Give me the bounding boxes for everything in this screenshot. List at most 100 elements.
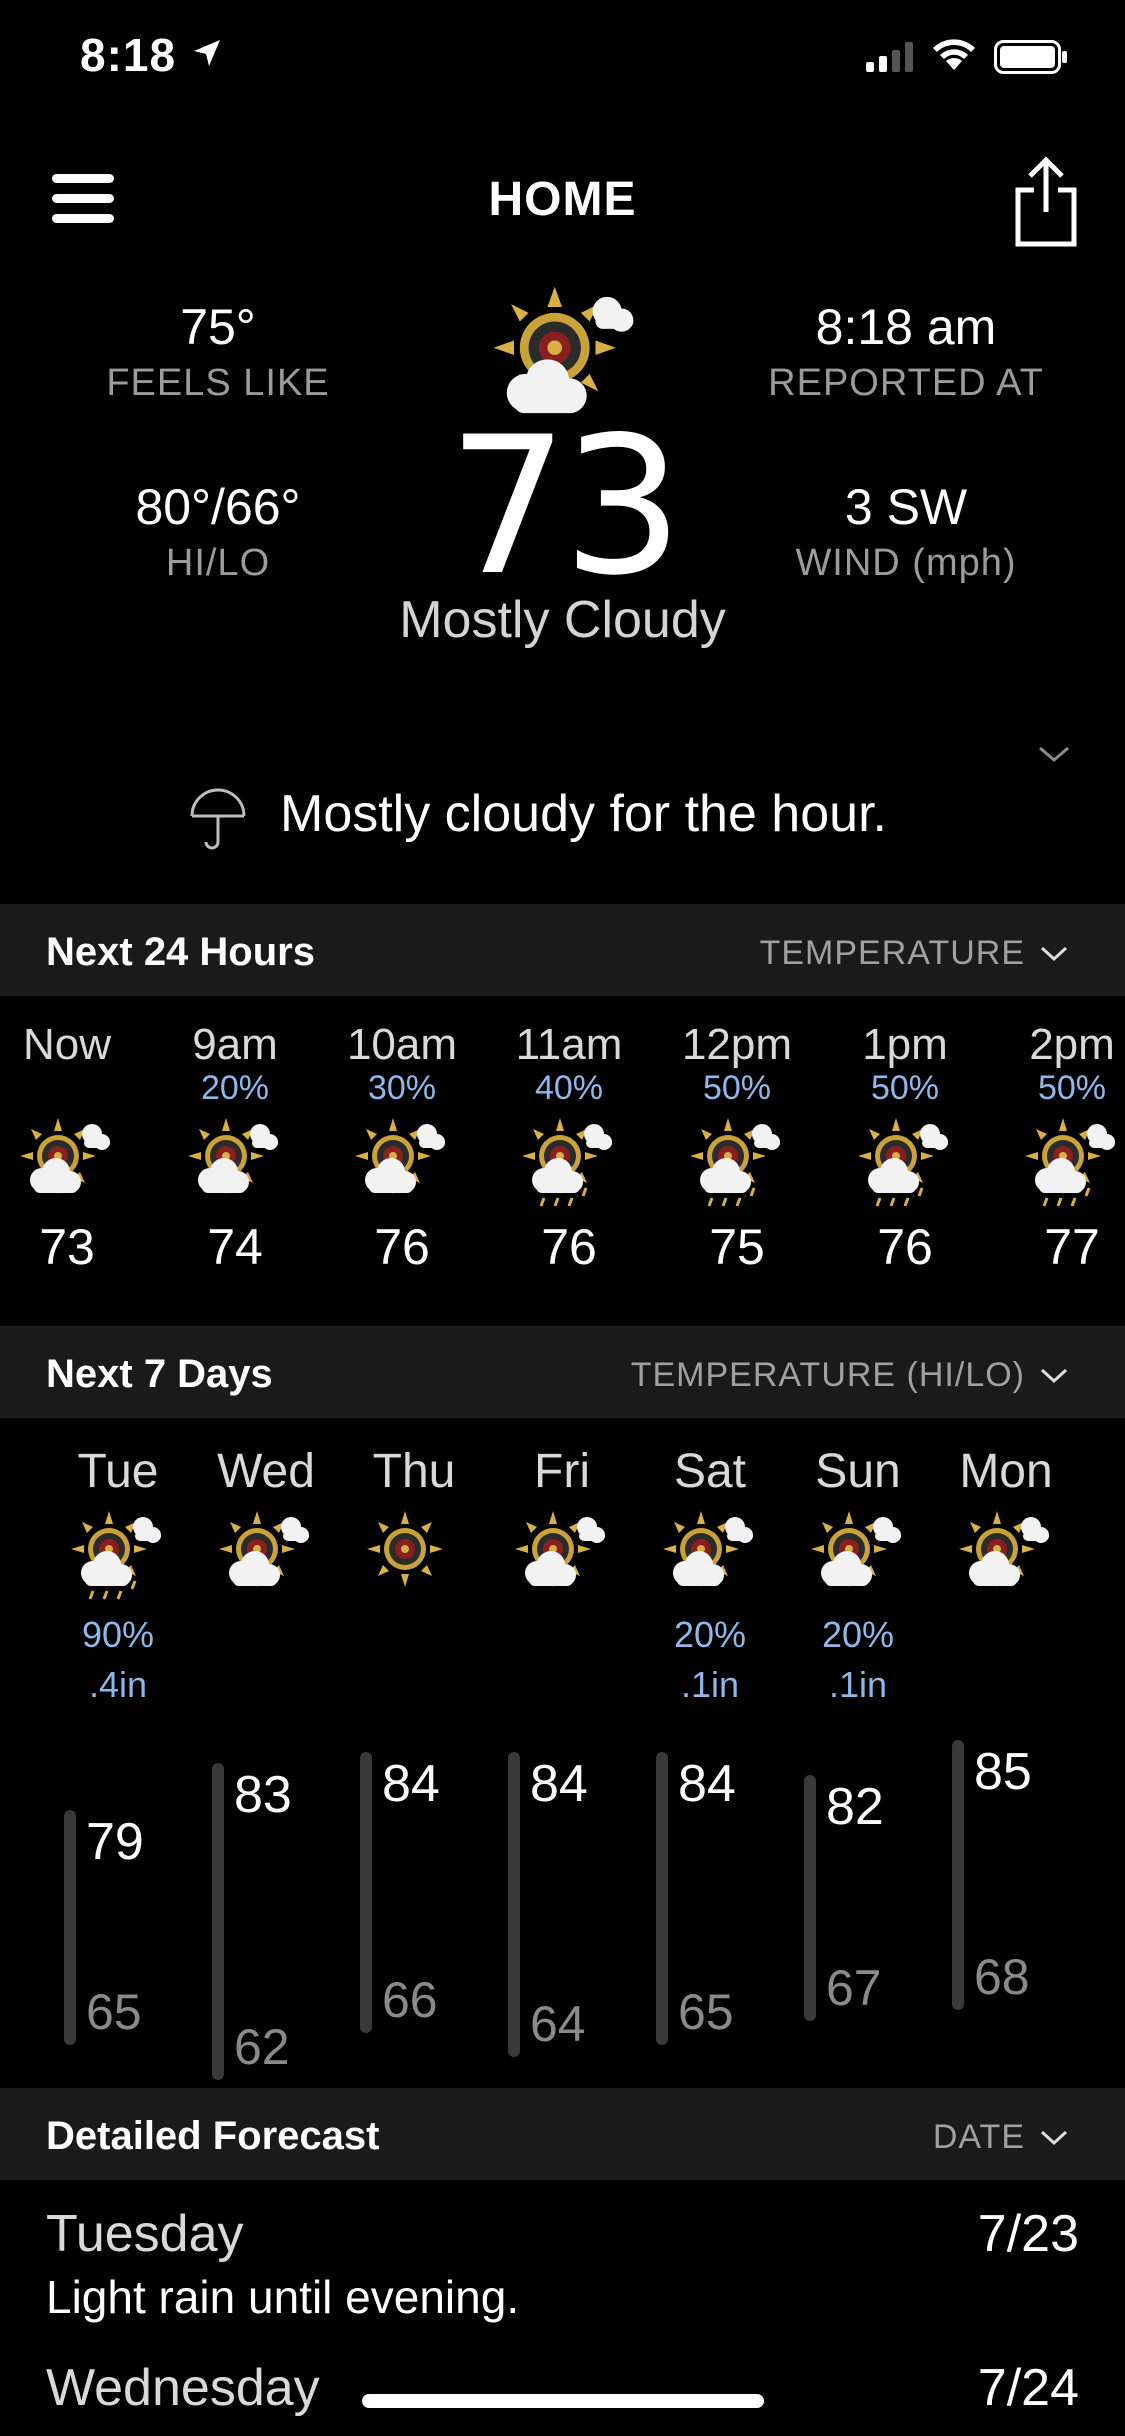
day-precip-amount — [192, 1661, 340, 1709]
day-precip — [488, 1609, 636, 1661]
mostly-cloudy-icon — [663, 1511, 753, 1587]
daily-item[interactable]: Sat 20% .1in — [636, 1444, 784, 1709]
chevron-down-icon — [1040, 1368, 1068, 1383]
sunny-icon — [367, 1511, 443, 1587]
day-high: 84 — [678, 1754, 736, 1813]
temperature-range-bar — [508, 1751, 520, 2057]
mostly-cloudy-icon — [959, 1511, 1049, 1587]
hourly-metric-selector[interactable]: TEMPERATURE — [760, 934, 1069, 973]
daily-item[interactable]: Wed — [192, 1444, 340, 1709]
daily-metric-selector[interactable]: TEMPERATURE (HI/LO) — [631, 1356, 1069, 1395]
detail-day: Tuesday — [46, 2205, 244, 2263]
hour-time: 9am — [192, 1020, 278, 1069]
hour-time: 1pm — [862, 1020, 948, 1069]
feels-like: 75° FEELS LIKE — [48, 298, 388, 405]
hourly-item[interactable]: 9am 20% 74 — [160, 1022, 310, 1276]
day-name: Wed — [217, 1445, 315, 1498]
hourly-item[interactable]: 1pm 50% 76 — [830, 1022, 980, 1276]
daily-metric-label: TEMPERATURE (HI/LO) — [630, 1356, 1025, 1394]
daily-item[interactable]: Fri — [488, 1444, 636, 1709]
current-temperature: 73 — [447, 396, 684, 617]
home-indicator[interactable] — [362, 2394, 764, 2408]
hour-temp: 77 — [1044, 1219, 1100, 1275]
detailed-section-header: Detailed Forecast DATE — [0, 2088, 1125, 2180]
nowcast-text: Mostly cloudy for the hour. — [280, 785, 887, 843]
hour-precip: 20% — [200, 1069, 270, 1107]
hourly-item[interactable]: Now 73 — [0, 1022, 142, 1276]
daily-item[interactable]: Mon — [932, 1444, 1080, 1709]
rain-icon — [690, 1118, 780, 1207]
day-name: Tue — [77, 1445, 159, 1498]
rain-icon — [1025, 1118, 1115, 1207]
hour-time: 11am — [515, 1020, 623, 1069]
day-precip: 20% — [673, 1614, 747, 1655]
hour-time: Now — [22, 1020, 112, 1069]
hour-temp: 73 — [39, 1219, 95, 1275]
hour-precip — [0, 1068, 142, 1108]
temperature-range-bar — [952, 1740, 964, 2010]
hour-temp: 76 — [541, 1219, 597, 1275]
detailed-sort-selector[interactable]: DATE — [933, 2118, 1069, 2157]
day-low: 66 — [382, 1972, 438, 2029]
daily-section-title: Next 7 Days — [46, 1352, 273, 1396]
umbrella-icon — [190, 788, 246, 850]
chevron-down-icon — [1040, 2130, 1068, 2145]
temperature-range: 79 65 — [44, 0, 192, 2045]
temperature-range-bar — [212, 1763, 224, 2080]
detailed-section-title: Detailed Forecast — [46, 2114, 380, 2158]
day-high: 84 — [530, 1754, 588, 1813]
temperature-range: 85 68 — [932, 0, 1080, 2010]
mostly-cloudy-icon — [515, 1511, 605, 1587]
day-high: 82 — [826, 1778, 884, 1837]
day-precip-amount — [488, 1661, 636, 1709]
day-precip-amount: .1in — [680, 1664, 740, 1705]
day-low: 64 — [530, 1995, 586, 2052]
current-condition: Mostly Cloudy — [399, 591, 726, 649]
hourly-section-header: Next 24 Hours TEMPERATURE — [0, 904, 1125, 996]
day-precip-amount — [340, 1661, 488, 1709]
detail-day: Wednesday — [46, 2359, 320, 2417]
daily-item[interactable]: Tue 90% .4in — [44, 1444, 192, 1709]
detail-row[interactable]: Tuesday 7/23 Light rain until evening. — [46, 2204, 1079, 2334]
day-low: 68 — [974, 1948, 1030, 2005]
mostly-cloudy-icon — [188, 1118, 278, 1194]
temperature-range: 83 62 — [192, 0, 340, 2080]
hour-temp: 76 — [877, 1219, 933, 1275]
mostly-cloudy-icon — [20, 1118, 110, 1194]
day-precip: 20% — [821, 1614, 895, 1655]
hourly-item[interactable]: 11am 40% 76 — [494, 1022, 644, 1276]
mostly-cloudy-icon — [219, 1511, 309, 1587]
day-name: Sat — [673, 1445, 747, 1498]
day-high: 85 — [974, 1743, 1032, 1801]
day-high: 84 — [382, 1754, 440, 1813]
temperature-range-bar — [64, 1810, 76, 2045]
hour-precip: 30% — [367, 1069, 437, 1107]
day-low: 65 — [86, 1983, 142, 2040]
daily-item[interactable]: Sun 20% .1in — [784, 1444, 932, 1709]
reported-at: 8:18 am REPORTED AT — [736, 298, 1076, 405]
chevron-down-icon[interactable] — [1036, 742, 1072, 766]
hourly-item[interactable]: 10am 30% 76 — [327, 1022, 477, 1276]
daily-section-header: Next 7 Days TEMPERATURE (HI/LO) — [0, 1326, 1125, 1418]
day-high: 83 — [234, 1766, 292, 1825]
day-low: 65 — [678, 1983, 734, 2040]
temperature-range: 84 64 — [488, 0, 636, 2057]
day-name: Fri — [534, 1445, 590, 1498]
hour-time: 10am — [346, 1020, 458, 1069]
temperature-range-bar — [804, 1775, 816, 2022]
mostly-cloudy-icon — [355, 1118, 445, 1194]
detail-summary: Light rain until evening. — [46, 2271, 520, 2323]
hourly-item[interactable]: 2pm 50% 77 — [997, 1022, 1125, 1276]
hour-temp: 74 — [207, 1219, 263, 1275]
feels-like-label: FEELS LIKE — [106, 362, 330, 404]
day-low: 62 — [234, 2019, 290, 2075]
temperature-range: 82 67 — [784, 0, 932, 2022]
daily-item[interactable]: Thu — [340, 1444, 488, 1709]
detail-row[interactable]: Wednesday 7/24 — [46, 2358, 1079, 2428]
current-conditions: 75° FEELS LIKE 80°/66° HI/LO 8:18 am REP… — [0, 280, 1125, 660]
chevron-down-icon — [1040, 946, 1068, 961]
day-name: Thu — [372, 1445, 456, 1498]
temperature-range: 84 65 — [636, 0, 784, 2045]
day-precip-amount: .1in — [828, 1664, 888, 1705]
hourly-item[interactable]: 12pm 50% 75 — [662, 1022, 812, 1276]
